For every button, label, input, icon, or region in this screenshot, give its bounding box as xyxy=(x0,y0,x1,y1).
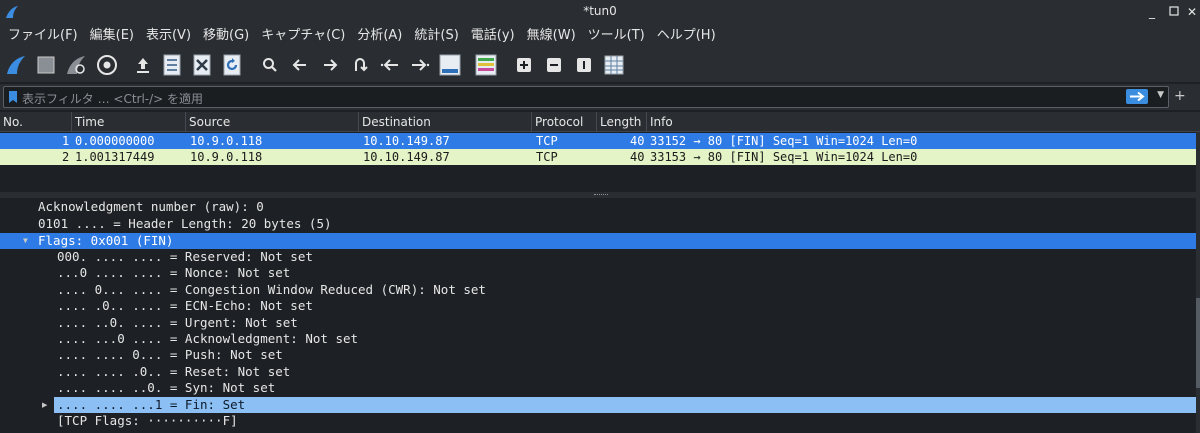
detail-row[interactable]: .... .... .0.. = Reset: Not set xyxy=(0,364,1196,380)
packet-source: 10.9.0.118 xyxy=(190,134,263,148)
display-filter-bar: 表示フィルタ … <Ctrl-/> を適用 ▼ + xyxy=(0,84,1200,110)
start-capture-icon[interactable] xyxy=(4,53,28,77)
packet-source: 10.9.0.118 xyxy=(190,150,263,164)
menu-help[interactable]: ヘルプ(H) xyxy=(651,24,722,48)
window-title: *tun0 xyxy=(583,4,617,18)
expanded-arrow-icon[interactable]: ▼ xyxy=(23,233,28,249)
main-toolbar xyxy=(0,48,1200,82)
packet-protocol: TCP xyxy=(536,150,558,164)
packet-list-header: No. Time Source Destination Protocol Len… xyxy=(0,112,1200,132)
close-file-icon[interactable] xyxy=(190,53,214,77)
packet-length: 40 xyxy=(630,150,645,164)
detail-row[interactable]: .... ...0 .... = Acknowledgment: Not set xyxy=(0,331,1196,347)
last-packet-icon[interactable] xyxy=(408,53,432,77)
auto-scroll-icon[interactable] xyxy=(438,53,462,77)
packet-info: 33153 → 80 [FIN] Seq=1 Win=1024 Len=0 xyxy=(650,150,918,164)
packet-time: 0.000000000 xyxy=(75,134,155,148)
apply-filter-icon[interactable] xyxy=(1126,89,1148,104)
title-bar: *tun0 _ ✕ xyxy=(0,0,1200,24)
menu-wireless[interactable]: 無線(W) xyxy=(521,24,582,48)
zoom-out-icon[interactable] xyxy=(542,53,566,77)
minimize-icon[interactable]: _ xyxy=(1146,6,1158,18)
menu-tools[interactable]: ツール(T) xyxy=(582,24,651,48)
column-no[interactable]: No. xyxy=(0,112,72,132)
first-packet-icon[interactable] xyxy=(378,53,402,77)
maximize-icon[interactable] xyxy=(1168,6,1180,18)
column-source[interactable]: Source xyxy=(186,112,359,132)
bookmark-icon[interactable] xyxy=(8,90,18,104)
menu-view[interactable]: 表示(V) xyxy=(140,24,197,48)
packet-list-empty-area[interactable] xyxy=(0,166,1200,192)
detail-row[interactable]: .... ..0. .... = Urgent: Not set xyxy=(0,315,1196,331)
detail-row[interactable]: [TCP Flags: ··········F] xyxy=(0,413,1196,429)
packet-protocol: TCP xyxy=(536,134,558,148)
find-packet-icon[interactable] xyxy=(258,53,282,77)
go-back-icon[interactable] xyxy=(288,53,312,77)
details-scrollbar[interactable] xyxy=(1196,198,1200,433)
packet-time: 1.001317449 xyxy=(75,150,155,164)
display-filter-input[interactable]: 表示フィルタ … <Ctrl-/> を適用 ▼ xyxy=(3,86,1169,108)
packet-details-tree: Acknowledgment number (raw): 0 0101 ....… xyxy=(0,198,1196,433)
packet-row[interactable]: 1 0.000000000 10.9.0.118 10.10.149.87 TC… xyxy=(0,133,1200,149)
detail-row[interactable]: .... .... 0... = Push: Not set xyxy=(0,347,1196,363)
go-forward-icon[interactable] xyxy=(318,53,342,77)
menu-statistics[interactable]: 統計(S) xyxy=(408,24,464,48)
column-destination[interactable]: Destination xyxy=(359,112,532,132)
detail-row[interactable]: Acknowledgment number (raw): 0 xyxy=(0,199,1196,215)
detail-row[interactable]: 000. .... .... = Reserved: Not set xyxy=(0,249,1196,265)
packet-destination: 10.10.149.87 xyxy=(363,134,450,148)
save-file-icon[interactable] xyxy=(160,53,184,77)
detail-row[interactable]: .... .0.. .... = ECN-Echo: Not set xyxy=(0,298,1196,314)
filter-placeholder: 表示フィルタ … <Ctrl-/> を適用 xyxy=(22,92,204,106)
menu-telephony[interactable]: 電話(y) xyxy=(465,24,521,48)
menu-bar: ファイル(F) 編集(E) 表示(V) 移動(G) キャプチャ(C) 分析(A)… xyxy=(0,24,1200,48)
menu-edit[interactable]: 編集(E) xyxy=(84,24,140,48)
column-length[interactable]: Length xyxy=(597,112,647,132)
menu-capture[interactable]: キャプチャ(C) xyxy=(255,24,351,48)
restart-capture-icon[interactable] xyxy=(64,53,88,77)
detail-row[interactable]: .... 0... .... = Congestion Window Reduc… xyxy=(0,282,1196,298)
menu-go[interactable]: 移動(G) xyxy=(197,24,255,48)
collapsed-arrow-icon[interactable]: ▶ xyxy=(42,401,47,409)
packet-list-scrollbar[interactable] xyxy=(1196,132,1200,192)
packet-no: 2 xyxy=(62,150,70,164)
go-to-packet-icon[interactable] xyxy=(348,53,372,77)
open-file-icon[interactable] xyxy=(131,53,155,77)
detail-row-flags[interactable]: ▼ Flags: 0x001 (FIN) xyxy=(0,233,1196,249)
packet-row[interactable]: 2 1.001317449 10.9.0.118 10.10.149.87 TC… xyxy=(0,149,1200,165)
filter-history-dropdown-icon[interactable]: ▼ xyxy=(1157,90,1164,100)
column-info[interactable]: Info xyxy=(647,112,1196,132)
packet-length: 40 xyxy=(630,134,645,148)
splitter-grip-icon[interactable] xyxy=(594,194,608,196)
close-icon[interactable]: ✕ xyxy=(1186,6,1198,18)
menu-file[interactable]: ファイル(F) xyxy=(2,24,84,48)
colorize-icon[interactable] xyxy=(474,53,498,77)
column-protocol[interactable]: Protocol xyxy=(532,112,597,132)
capture-options-icon[interactable] xyxy=(95,53,119,77)
detail-row[interactable]: ...0 .... .... = Nonce: Not set xyxy=(0,265,1196,281)
add-filter-button-icon[interactable]: + xyxy=(1174,88,1186,104)
detail-row-fin[interactable]: .... .... ...1 = Fin: Set xyxy=(54,397,1196,413)
normal-size-icon[interactable] xyxy=(572,53,596,77)
packet-no: 1 xyxy=(62,134,70,148)
packet-destination: 10.10.149.87 xyxy=(363,150,450,164)
zoom-in-icon[interactable] xyxy=(512,53,536,77)
menu-analyze[interactable]: 分析(A) xyxy=(351,24,408,48)
detail-row[interactable]: 0101 .... = Header Length: 20 bytes (5) xyxy=(0,216,1196,232)
packet-info: 33152 → 80 [FIN] Seq=1 Win=1024 Len=0 xyxy=(650,134,918,148)
reload-file-icon[interactable] xyxy=(220,53,244,77)
detail-row[interactable]: .... .... ..0. = Syn: Not set xyxy=(0,380,1196,396)
stop-capture-icon[interactable] xyxy=(34,53,58,77)
resize-columns-icon[interactable] xyxy=(602,53,626,77)
details-scrollbar-thumb[interactable] xyxy=(1196,298,1200,388)
column-time[interactable]: Time xyxy=(72,112,186,132)
